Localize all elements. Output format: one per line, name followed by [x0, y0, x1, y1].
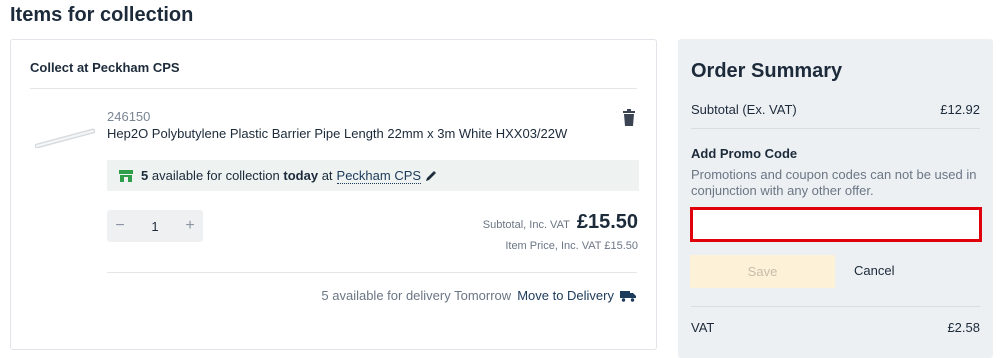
decrease-quantity-button[interactable]: − [107, 217, 133, 235]
availability-bar: 5 available for collection today at Peck… [107, 160, 639, 191]
vat-label: VAT [691, 320, 715, 335]
quantity-stepper: − 1 + [107, 210, 203, 242]
product-image[interactable] [35, 128, 95, 148]
promo-code-note: Promotions and coupon codes can not be u… [691, 167, 977, 198]
delete-icon[interactable] [621, 109, 637, 127]
page-title: Items for collection [10, 4, 194, 26]
delivery-availability-text: 5 available for delivery Tomorrow [321, 288, 512, 303]
collection-card: Collect at Peckham CPS 246150 Hep2O Poly… [10, 39, 657, 350]
divider [691, 128, 980, 129]
promo-code-heading: Add Promo Code [691, 146, 798, 161]
save-promo-button[interactable]: Save [690, 255, 835, 288]
product-name[interactable]: Hep2O Polybutylene Plastic Barrier Pipe … [107, 126, 567, 141]
divider [107, 272, 637, 273]
item-subtotal-value: £15.50 [576, 211, 638, 233]
divider [30, 88, 637, 89]
store-icon [119, 169, 133, 182]
item-subtotal-label: Subtotal, Inc. VAT [482, 219, 570, 231]
summary-subtotal-value: £12.92 [940, 102, 980, 117]
move-to-delivery-link[interactable]: Move to Delivery [517, 288, 614, 303]
availability-today: today [283, 168, 319, 183]
store-link[interactable]: Peckham CPS [336, 168, 422, 184]
delivery-row: 5 available for delivery Tomorrow Move t… [321, 288, 636, 303]
cancel-promo-button[interactable]: Cancel [854, 263, 894, 278]
edit-icon[interactable] [425, 170, 437, 182]
collection-heading: Collect at Peckham CPS [30, 60, 180, 75]
item-subtotal: Subtotal, Inc. VAT £15.50 [483, 211, 638, 234]
promo-code-input[interactable] [690, 207, 982, 242]
product-sku: 246150 [107, 109, 151, 124]
availability-at: at [321, 168, 333, 183]
order-summary-panel: Order Summary Subtotal (Ex. VAT) £12.92 … [678, 39, 993, 358]
increase-quantity-button[interactable]: + [177, 217, 203, 235]
availability-count: 5 [141, 168, 149, 183]
divider [691, 306, 980, 307]
item-price: Item Price, Inc. VAT £15.50 [505, 240, 638, 252]
summary-subtotal-label: Subtotal (Ex. VAT) [691, 102, 797, 117]
quantity-value[interactable]: 1 [151, 219, 158, 234]
order-summary-title: Order Summary [691, 60, 843, 82]
vat-value: £2.58 [947, 320, 980, 335]
truck-icon[interactable] [620, 290, 636, 302]
availability-text: available for collection [151, 168, 280, 183]
